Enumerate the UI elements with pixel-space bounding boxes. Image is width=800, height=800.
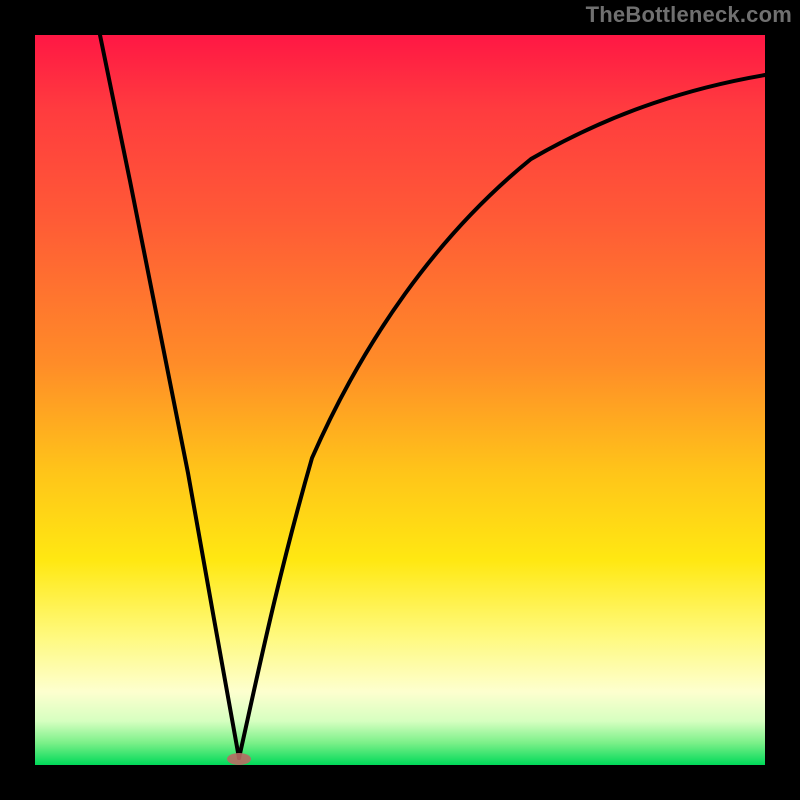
curve-right-branch xyxy=(239,75,765,758)
watermark-text: TheBottleneck.com xyxy=(586,2,792,28)
curve-left-branch xyxy=(100,35,239,758)
plot-area xyxy=(35,35,765,765)
chart-frame: TheBottleneck.com xyxy=(0,0,800,800)
cusp-marker xyxy=(227,753,251,765)
bottleneck-curve xyxy=(35,35,765,765)
